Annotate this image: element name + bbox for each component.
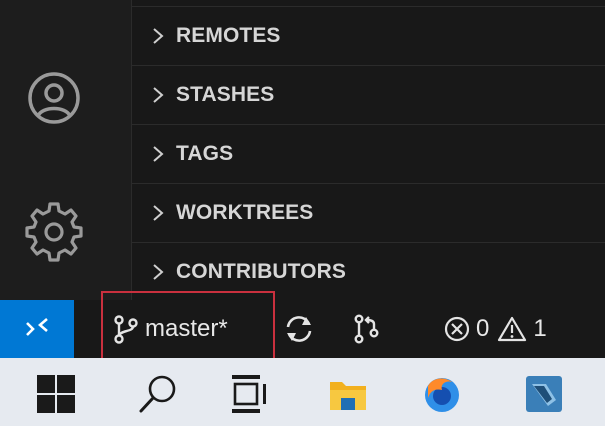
task-view-icon[interactable] <box>228 372 272 416</box>
error-count: 0 <box>476 315 490 342</box>
settings-gear-icon[interactable] <box>18 196 90 268</box>
section-label: STASHES <box>176 83 275 106</box>
warning-icon <box>498 316 527 342</box>
chevron-right-icon <box>153 28 164 44</box>
git-compare-icon <box>354 314 379 344</box>
section-remotes[interactable]: REMOTES <box>132 6 605 65</box>
remote-indicator-button[interactable] <box>0 300 74 358</box>
activity-bar <box>0 0 131 300</box>
chevron-right-icon <box>153 87 164 103</box>
file-explorer-icon[interactable] <box>326 372 370 416</box>
branch-button[interactable]: master* <box>112 300 228 358</box>
section-label: TAGS <box>176 142 234 165</box>
account-icon[interactable] <box>18 62 90 134</box>
status-bar: master* 0 1 <box>0 300 605 358</box>
problems-button[interactable]: 0 1 <box>443 300 547 358</box>
section-worktrees[interactable]: WORKTREES <box>132 183 605 242</box>
section-tags[interactable]: TAGS <box>132 124 605 183</box>
warning-count: 1 <box>533 315 547 342</box>
source-control-panel: REMOTES STASHES TAGS WORKTREES CONTRIBUT… <box>131 0 605 300</box>
section-contributors[interactable]: CONTRIBUTORS <box>132 242 605 301</box>
chevron-right-icon <box>153 205 164 221</box>
git-graph-button[interactable] <box>352 300 382 358</box>
chevron-right-icon <box>153 146 164 162</box>
windows-start-icon[interactable] <box>34 372 78 416</box>
branch-name: master* <box>145 315 228 342</box>
section-stashes[interactable]: STASHES <box>132 65 605 124</box>
section-label: CONTRIBUTORS <box>176 260 346 283</box>
section-label: WORKTREES <box>176 201 314 224</box>
sync-button[interactable] <box>282 300 316 358</box>
chevron-right-icon <box>153 264 164 280</box>
error-icon <box>444 316 470 342</box>
section-label: REMOTES <box>176 24 281 47</box>
git-branch-icon <box>114 315 138 344</box>
search-icon[interactable] <box>136 372 180 416</box>
remote-icon <box>26 318 48 336</box>
firefox-icon[interactable] <box>420 372 464 416</box>
app-icon[interactable] <box>522 372 566 416</box>
taskbar <box>0 358 605 426</box>
sync-icon <box>286 316 312 342</box>
